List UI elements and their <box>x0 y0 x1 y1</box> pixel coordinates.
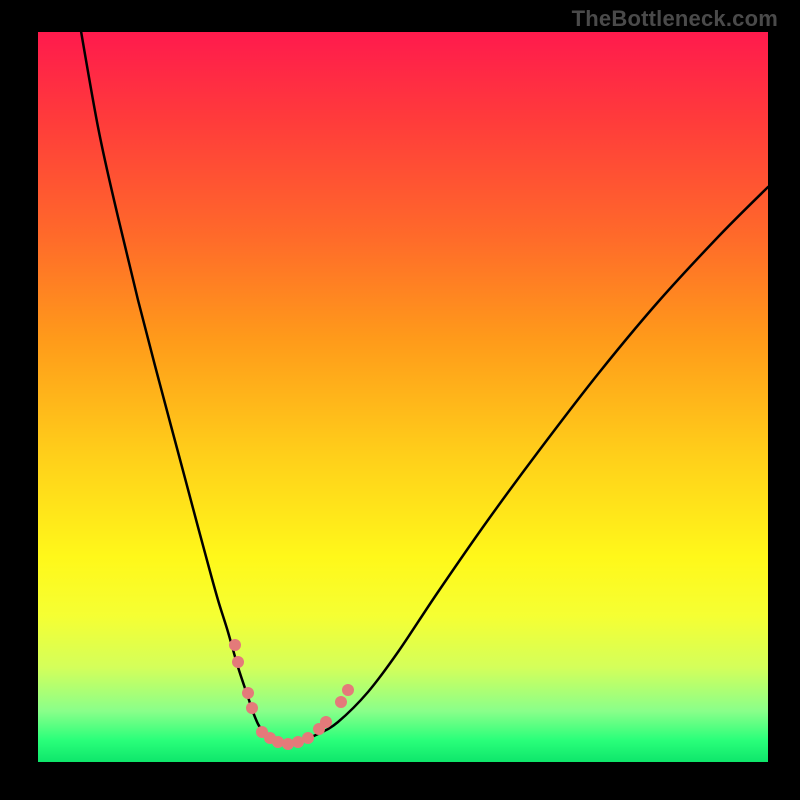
dots-bottom-dot <box>302 732 314 744</box>
site-watermark: TheBottleneck.com <box>572 6 778 32</box>
dots-left-high-dot <box>232 656 244 668</box>
curve-markers <box>229 639 354 750</box>
plot-area <box>38 32 768 762</box>
dots-left-low-dot <box>246 702 258 714</box>
dots-left-high-dot <box>229 639 241 651</box>
dots-bottom-dot <box>272 736 284 748</box>
dots-left-low-dot <box>242 687 254 699</box>
chart-frame: TheBottleneck.com <box>0 0 800 800</box>
dots-bottom-dot <box>282 738 294 750</box>
dots-right-high-dot <box>342 684 354 696</box>
dots-right-high-dot <box>335 696 347 708</box>
bottleneck-curve <box>76 32 768 743</box>
dots-right-low-dot <box>320 716 332 728</box>
plot-svg <box>38 32 768 762</box>
